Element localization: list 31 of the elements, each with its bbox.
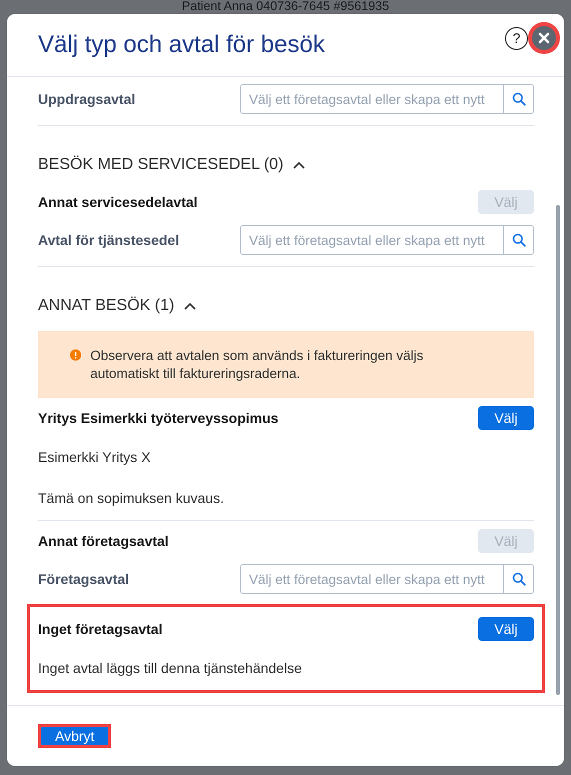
option-detail: Esimerkki Yritys X [38,448,152,467]
field-label: Avtal för tjänstesedel [38,232,180,248]
dialog-title: Välj typ och avtal för besök [38,31,325,59]
option-detail: Tämä on sopimuksen kuvaus. [38,489,225,508]
search-field[interactable]: Välj ett företagsavtal eller skapa ett nytt [240,84,534,114]
search-field[interactable]: Välj ett företagsavtal eller skapa ett nytt [240,225,534,255]
patient-header: Patient Anna 040736-7645 #9561935 [180,0,390,13]
warning-icon [70,347,82,363]
help-button[interactable]: ? [505,26,528,50]
field-label: Uppdragsavtal [38,91,136,107]
close-button[interactable] [532,26,556,50]
close-icon [538,32,550,44]
search-icon [512,92,526,106]
field-label: Företagsavtal [38,571,130,587]
notice-text: Observera att avtalen som används i faktureringen väljs automatiskt till faktureringsraderna. [90,347,424,383]
section-heading: BESÖK MED SERVICESEDEL (0) [38,156,284,174]
option-title: Annat servicesedelavtal [38,194,198,210]
chevron-icon[interactable] [293,161,306,169]
select-button[interactable]: Välj [478,406,534,430]
option-title: Inget företagsavtal [38,621,162,637]
section-heading: ANNAT BESÖK (1) [38,297,174,315]
option-detail: Inget avtal läggs till denna tjänstehändelse [38,659,303,678]
search-icon [512,572,526,586]
chevron-icon[interactable] [184,302,196,310]
select-button[interactable]: Välj [478,617,534,641]
cancel-button[interactable]: Avbryt [38,724,112,748]
option-title: Annat företagsavtal [38,533,169,549]
search-field[interactable]: Välj ett företagsavtal eller skapa ett nytt [240,564,534,594]
search-icon [512,233,526,247]
scrollbar[interactable] [556,205,560,695]
option-title: Yritys Esimerkki työterveyssopimus [38,410,278,426]
